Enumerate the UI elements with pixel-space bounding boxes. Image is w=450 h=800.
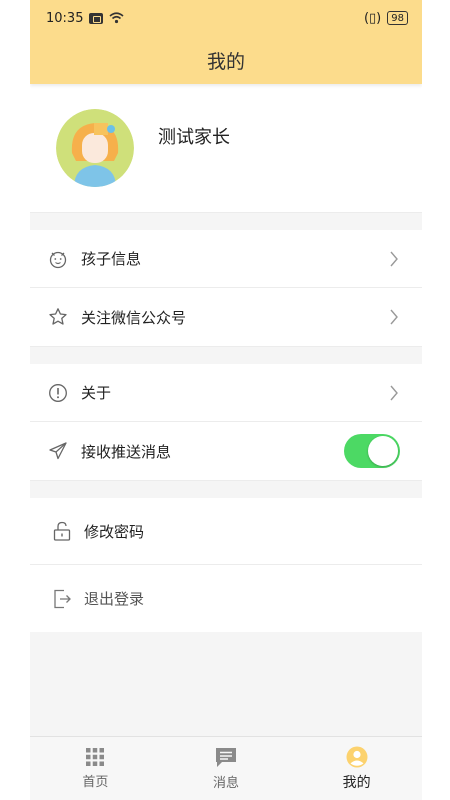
wifi-icon [109,12,124,24]
menu-group-account: 修改密码 退出登录 [30,498,422,632]
section-divider [30,212,422,230]
chevron-right-icon [390,251,398,266]
chevron-right-icon [390,309,398,325]
avatar[interactable] [56,109,134,187]
grid-icon [86,748,105,766]
menu-item-label: 修改密码 [84,522,145,541]
menu-item-change-password[interactable]: 修改密码 [30,498,422,565]
menu-item-follow-wechat[interactable]: 关注微信公众号 [30,288,422,346]
menu-item-child-info[interactable]: 孩子信息 [30,230,422,288]
logout-icon [52,589,72,609]
vibrate-icon: (▯) [363,10,382,26]
profile-card[interactable]: 测试家长 [30,84,422,212]
bottom-tab-bar: 首页 消息 我的 [30,736,422,800]
tab-home[interactable]: 首页 [30,737,161,800]
tab-messages[interactable]: 消息 [161,737,292,800]
status-right: (▯) 98 [364,11,408,26]
battery-indicator: 98 [387,11,408,25]
app-screen: 10:35 (▯) 98 我的 测试家长 孩子信息 关注微信公众号 关于 接收推… [30,0,422,800]
section-divider [30,346,422,364]
menu-group-info: 孩子信息 关注微信公众号 [30,230,422,346]
tab-mine[interactable]: 我的 [291,737,422,800]
child-face-icon [48,249,68,269]
menu-item-label: 关于 [81,384,112,402]
profile-icon [346,746,368,767]
tab-label: 消息 [213,776,240,791]
section-divider [30,480,422,498]
unlock-icon [52,521,72,541]
status-time: 10:35 [46,10,84,26]
page-title: 我的 [30,36,422,84]
info-exclamation-icon [48,383,68,403]
push-notification-toggle[interactable] [344,434,400,468]
toggle-knob [368,436,398,466]
menu-item-about[interactable]: 关于 [30,364,422,422]
message-icon [216,748,236,767]
notification-icon [89,12,104,24]
tab-label: 首页 [82,775,109,790]
chevron-right-icon [390,385,398,400]
status-bar: 10:35 (▯) 98 [30,0,422,36]
menu-group-settings: 关于 接收推送消息 [30,364,422,480]
status-left: 10:35 [46,11,124,26]
menu-item-label: 接收推送消息 [81,442,172,461]
star-icon [48,307,68,327]
profile-name: 测试家长 [158,127,230,148]
menu-item-logout[interactable]: 退出登录 [30,565,422,632]
paper-plane-icon [48,441,68,461]
tab-label: 我的 [342,774,371,791]
menu-item-label: 关注微信公众号 [81,308,187,327]
menu-item-push-notifications: 接收推送消息 [30,422,422,480]
menu-item-label: 孩子信息 [81,250,142,268]
menu-item-label: 退出登录 [84,590,145,608]
avatar-image [56,109,134,187]
